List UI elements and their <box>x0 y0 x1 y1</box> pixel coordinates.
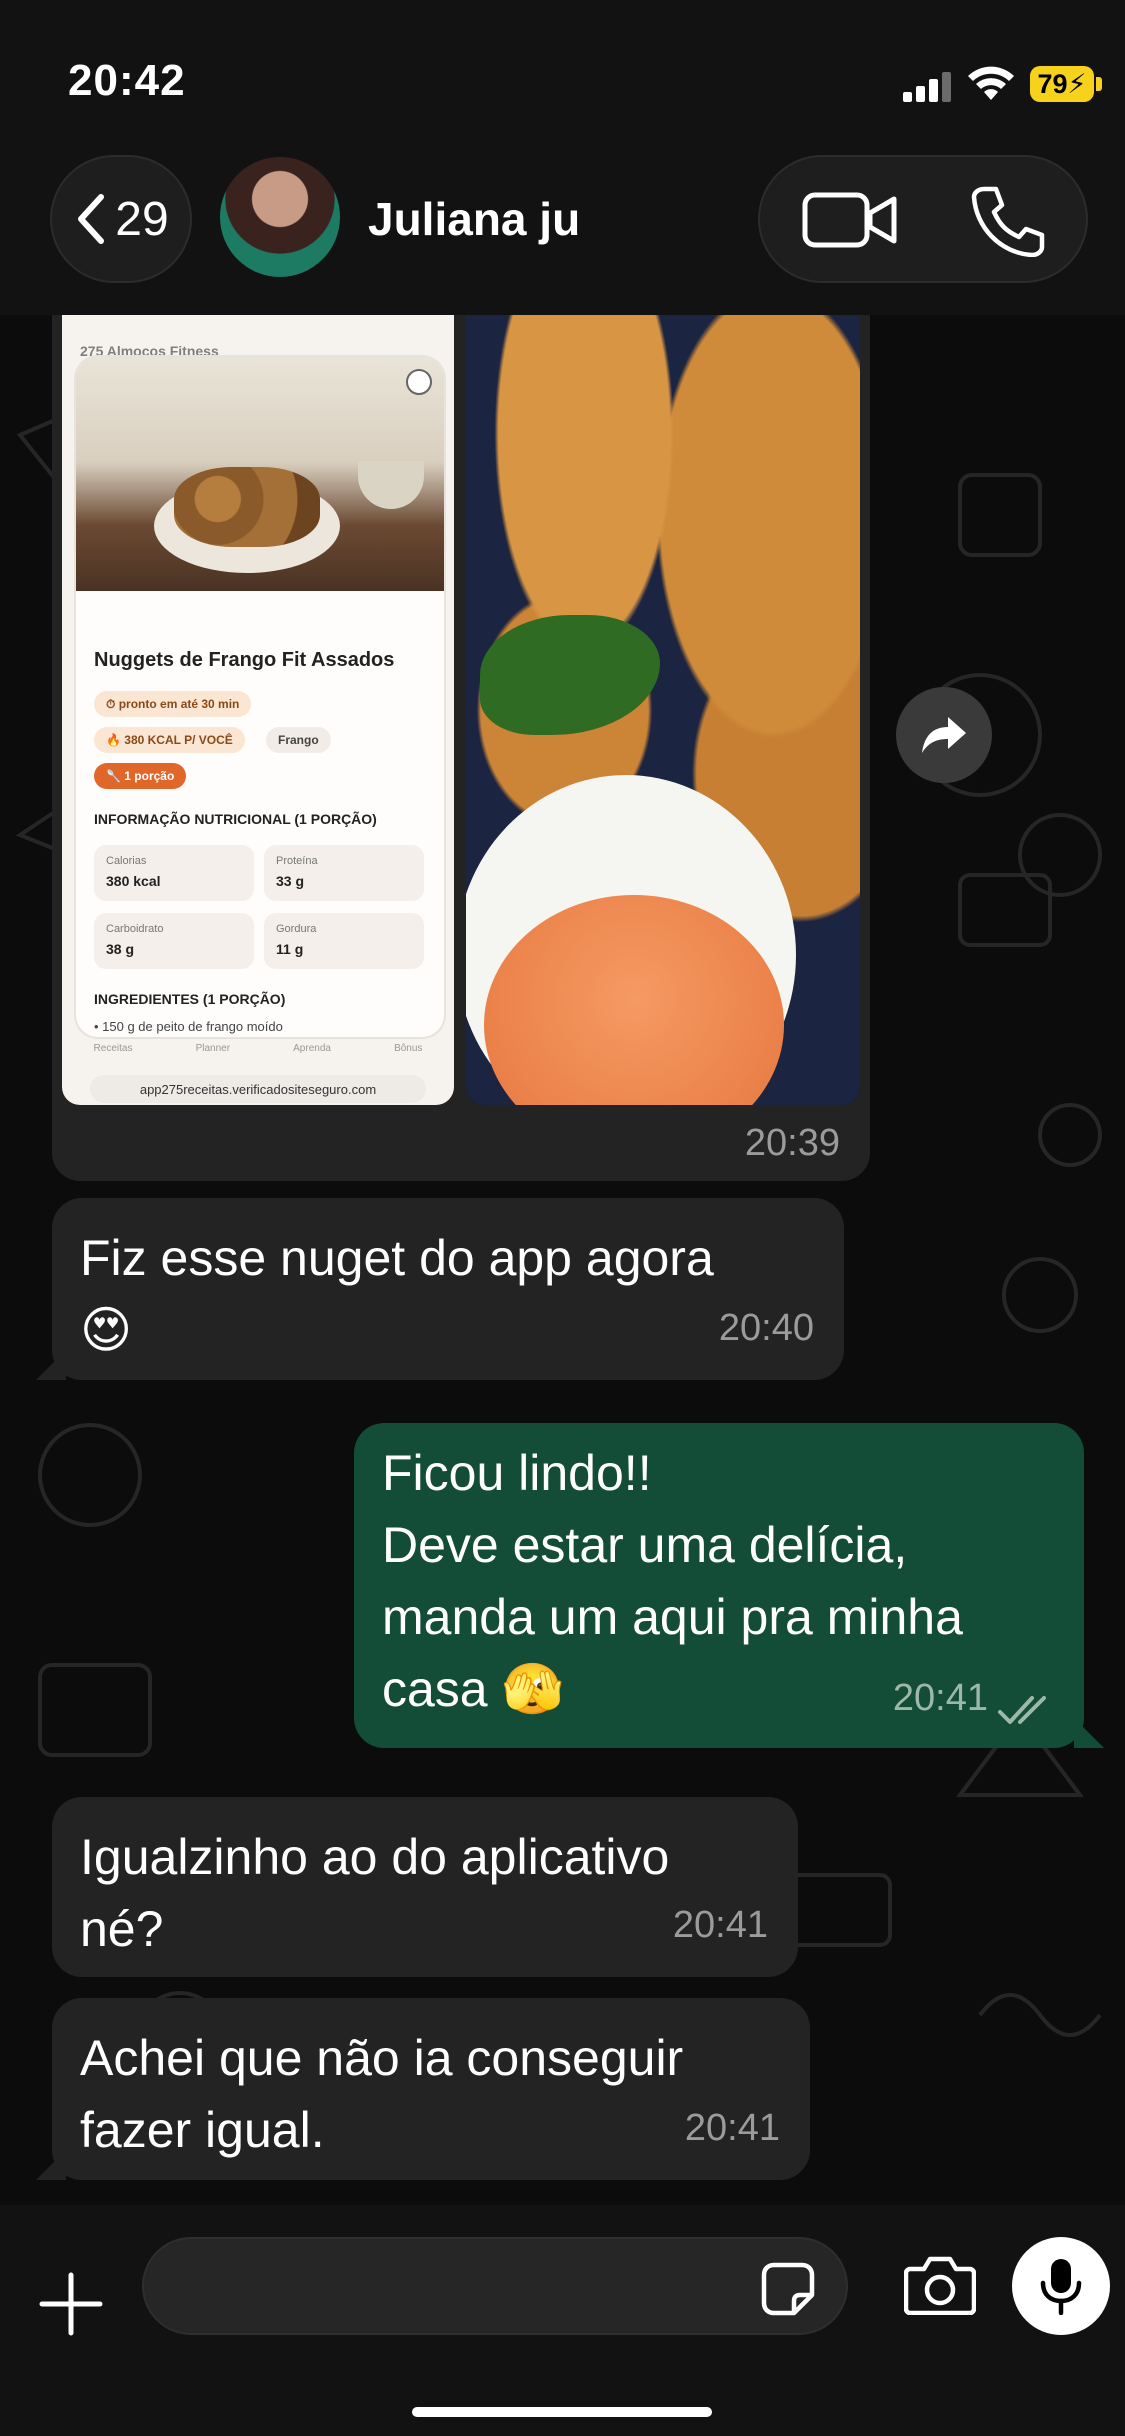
recipe-card: Nuggets de Frango Fit Assados ⏱ pronto e… <box>76 357 444 1037</box>
shared-screenshot-image[interactable]: 275 Almoços Fitness Nuggets de Frango Fi… <box>62 315 454 1105</box>
nutrition-box: Gordura 11 g <box>264 913 424 969</box>
dip-bowl-small <box>358 461 424 509</box>
battery-level: 79 <box>1037 68 1068 99</box>
recipe-photo <box>76 357 444 591</box>
ingredients-heading: INGREDIENTES (1 PORÇÃO) <box>94 991 286 1007</box>
contact-name[interactable]: Juliana ju <box>368 192 580 246</box>
chat-header: 29 Juliana ju <box>0 150 1125 315</box>
nav-item: Aprenda <box>293 1043 331 1054</box>
chip-time: ⏱ pronto em até 30 min <box>94 691 252 717</box>
message-text: Igualzinho ao do aplicativo <box>80 1829 670 1885</box>
nuggets-photo[interactable] <box>466 315 860 1105</box>
video-call-icon[interactable] <box>802 191 898 249</box>
app-bottom-nav: Receitas Planner Aprenda Bônus <box>62 1043 454 1067</box>
microphone-icon <box>1040 2259 1082 2315</box>
recipe-title: Nuggets de Frango Fit Assados <box>94 649 395 671</box>
nutrition-value: 380 kcal <box>106 873 161 889</box>
nav-item: Planner <box>195 1043 231 1054</box>
nutrition-value: 38 g <box>106 941 135 957</box>
message-text: Achei que não ia conseguir <box>80 2030 684 2086</box>
phone-call-icon[interactable] <box>970 185 1046 257</box>
back-chevron-icon <box>78 194 105 244</box>
close-icon <box>406 369 432 395</box>
unread-count: 29 <box>115 192 169 246</box>
microphone-button[interactable] <box>1012 2237 1110 2335</box>
ingredient-item: • 150 g de peito de frango moído <box>94 1019 283 1034</box>
sticker-icon[interactable] <box>760 2261 816 2317</box>
chat-area[interactable]: 275 Almoços Fitness Nuggets de Frango Fi… <box>0 315 1125 2205</box>
call-actions <box>758 155 1088 283</box>
signal-icon <box>903 72 951 102</box>
back-button[interactable]: 29 <box>50 155 192 283</box>
battery-tip <box>1096 77 1102 91</box>
url-bar: app275receitas.verificadositeseguro.com <box>90 1075 426 1103</box>
double-check-icon <box>998 1696 1046 1724</box>
message-emoji: 😍 <box>80 1302 133 1358</box>
nutrition-box: Carboidrato 38 g <box>94 913 254 969</box>
chip-portion: 🥄 1 porção <box>94 763 187 789</box>
message-input[interactable] <box>142 2237 848 2335</box>
nutrition-label: Gordura <box>276 923 317 935</box>
message-time: 20:39 <box>744 1122 840 1164</box>
message-time: 20:41 <box>684 2107 780 2149</box>
nutrition-heading: INFORMAÇÃO NUTRICIONAL (1 PORÇÃO) <box>94 811 377 827</box>
nutrition-box: Proteína 33 g <box>264 845 424 901</box>
message-input-bar <box>0 2205 1125 2436</box>
message-text: manda um aqui pra minha <box>382 1589 963 1645</box>
forward-button[interactable] <box>896 687 992 783</box>
battery-indicator: 79 ⚡ <box>1030 66 1094 102</box>
message-text: Ficou lindo!! <box>382 1445 652 1501</box>
status-bar: 20:42 79 ⚡ <box>0 0 1125 150</box>
nutrition-value: 11 g <box>276 941 304 957</box>
incoming-message[interactable]: Fiz esse nuget do app agora 😍 20:40 <box>52 1198 844 1380</box>
outgoing-message[interactable]: Ficou lindo!! Deve estar uma delícia, ma… <box>354 1423 1084 1748</box>
nutrition-label: Proteína <box>276 855 318 867</box>
message-time: 20:41 <box>892 1677 988 1719</box>
nuggets-pile <box>174 467 320 547</box>
incoming-message[interactable]: Igualzinho ao do aplicativo né? 20:41 <box>52 1797 798 1977</box>
nav-item: Receitas <box>93 1043 133 1054</box>
message-text: fazer igual. <box>80 2102 325 2158</box>
nutrition-label: Carboidrato <box>106 923 164 935</box>
nutrition-box: Calorias 380 kcal <box>94 845 254 901</box>
media-message[interactable]: 275 Almoços Fitness Nuggets de Frango Fi… <box>52 315 870 1181</box>
home-indicator <box>412 2407 712 2417</box>
camera-icon[interactable] <box>904 2255 976 2315</box>
chip-kcal: 🔥 380 KCAL P/ VOCÊ <box>94 727 245 753</box>
status-time: 20:42 <box>68 56 186 105</box>
forward-icon <box>922 717 966 753</box>
nutrition-label: Calorias <box>106 855 147 867</box>
nav-item: Bônus <box>394 1043 423 1054</box>
wifi-icon <box>968 66 1014 100</box>
chip-category: Frango <box>266 727 331 753</box>
contact-avatar[interactable] <box>220 157 340 277</box>
incoming-message[interactable]: Achei que não ia conseguir fazer igual. … <box>52 1998 810 2180</box>
message-time: 20:40 <box>718 1307 814 1349</box>
message-time: 20:41 <box>672 1904 768 1946</box>
message-text: Fiz esse nuget do app agora <box>80 1230 714 1286</box>
nutrition-value: 33 g <box>276 873 305 889</box>
message-text: né? <box>80 1901 164 1957</box>
plus-icon[interactable] <box>38 2271 104 2337</box>
message-text: Deve estar uma delícia, <box>382 1517 908 1573</box>
